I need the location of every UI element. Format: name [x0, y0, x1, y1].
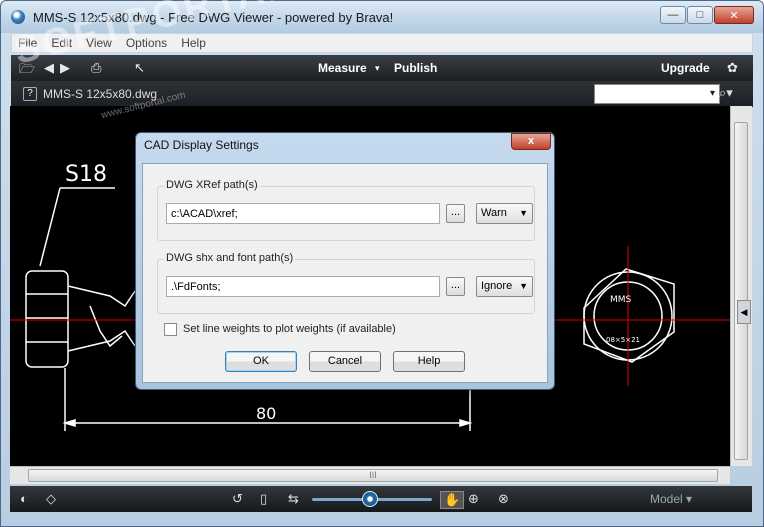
- zoom-window-icon[interactable]: ⊕: [468, 491, 479, 507]
- panel-toggle-icon[interactable]: ◀: [737, 300, 751, 324]
- model-select-label: Model: [650, 492, 683, 506]
- nut-marking-bottom: 08×5×21: [606, 336, 640, 344]
- title-bar: MMS-S 12x5x80.dwg - Free DWG Viewer - po…: [1, 1, 763, 33]
- line-weights-checkbox[interactable]: [164, 323, 177, 336]
- chevron-down-icon: ▼: [519, 281, 528, 291]
- chevron-down-icon[interactable]: ▾: [710, 88, 715, 99]
- search-icon[interactable]: ⌕▾: [719, 85, 733, 101]
- horizontal-scrollbar[interactable]: III: [10, 466, 730, 484]
- model-layout-select[interactable]: Model ▾: [650, 492, 692, 506]
- document-strip: ? MMS-S 12x5x80.dwg ▾ ⌕▾: [11, 81, 753, 107]
- help-button[interactable]: Help: [393, 351, 465, 372]
- vertical-scroll-thumb[interactable]: [734, 122, 748, 460]
- line-weights-label[interactable]: Set line weights to plot weights (if ava…: [183, 323, 396, 335]
- shx-group-label: DWG shx and font path(s): [164, 252, 296, 264]
- shx-path-group: DWG shx and font path(s) ... Ignore ▼: [157, 252, 535, 314]
- zoom-slider-handle[interactable]: [362, 491, 378, 507]
- pan-hand-icon[interactable]: ✋: [440, 491, 465, 509]
- menu-view[interactable]: View: [86, 36, 112, 50]
- app-logo-icon: [11, 10, 25, 24]
- xref-mode-value: Warn: [481, 207, 507, 219]
- xref-browse-button[interactable]: ...: [446, 204, 465, 223]
- upgrade-button[interactable]: Upgrade: [661, 61, 710, 75]
- vertical-scrollbar[interactable]: [730, 106, 752, 466]
- xref-path-input[interactable]: [166, 203, 440, 224]
- shx-mode-value: Ignore: [481, 280, 513, 292]
- shx-path-input[interactable]: [166, 276, 440, 297]
- main-toolbar: 🗁 ◀ ▶ ⎙ ↖ Measure ▾ Publish Upgrade ✿: [11, 55, 753, 81]
- brava-logo-icon[interactable]: ✿: [727, 60, 738, 76]
- measure-menu[interactable]: Measure: [318, 61, 367, 75]
- dialog-title: CAD Display Settings: [144, 138, 259, 152]
- menu-options[interactable]: Options: [126, 36, 167, 50]
- menu-edit[interactable]: Edit: [51, 36, 72, 50]
- document-tab-label: MMS-S 12x5x80.dwg: [43, 87, 158, 101]
- chevron-down-icon[interactable]: ▾: [375, 63, 380, 74]
- zoom-extents-icon[interactable]: ⊗: [498, 491, 509, 507]
- forward-arrow-icon[interactable]: ▶: [60, 60, 70, 76]
- menu-help[interactable]: Help: [181, 36, 206, 50]
- dialog-body: DWG XRef path(s) ... Warn ▼ DWG shx and …: [142, 163, 548, 383]
- cancel-button[interactable]: Cancel: [309, 351, 381, 372]
- rotate-icon[interactable]: ↺: [232, 491, 243, 507]
- dialog-close-button[interactable]: x: [511, 133, 551, 150]
- minimize-button[interactable]: —: [660, 6, 686, 24]
- select-cursor-icon[interactable]: ↖: [134, 60, 145, 76]
- shx-browse-button[interactable]: ...: [446, 277, 465, 296]
- open-folder-icon[interactable]: 🗁: [19, 60, 35, 82]
- chevron-down-icon: ▼: [519, 208, 528, 218]
- bottom-toolbar: ◐ ◇ ↺ ▯ ⇆ ✋ ⊕ ⊗ Model ▾: [10, 486, 752, 512]
- label-s18: S18: [65, 162, 107, 187]
- cad-display-settings-dialog: CAD Display Settings x DWG XRef path(s) …: [135, 132, 555, 390]
- shx-mode-select[interactable]: Ignore ▼: [476, 276, 533, 297]
- help-icon[interactable]: ?: [23, 87, 37, 101]
- menu-bar: File Edit View Options Help: [11, 33, 753, 53]
- ok-button[interactable]: OK: [225, 351, 297, 372]
- search-input[interactable]: ▾: [594, 84, 720, 104]
- layers-icon[interactable]: ◇: [46, 491, 56, 507]
- xref-group-label: DWG XRef path(s): [164, 179, 260, 191]
- xref-path-group: DWG XRef path(s) ... Warn ▼: [157, 179, 535, 241]
- xref-mode-select[interactable]: Warn ▼: [476, 203, 533, 224]
- print-icon[interactable]: ⎙: [91, 60, 101, 76]
- fit-page-icon[interactable]: ⇆: [288, 491, 299, 507]
- chevron-down-icon: ▾: [686, 492, 693, 506]
- horizontal-scroll-thumb[interactable]: III: [28, 469, 718, 482]
- label-dimension-80: 80: [256, 404, 276, 423]
- menu-file[interactable]: File: [18, 36, 37, 50]
- publish-menu[interactable]: Publish: [394, 61, 437, 75]
- page-icon[interactable]: ▯: [260, 491, 267, 507]
- window-title: MMS-S 12x5x80.dwg - Free DWG Viewer - po…: [33, 10, 394, 25]
- close-button[interactable]: ✕: [714, 6, 754, 24]
- maximize-button[interactable]: □: [687, 6, 713, 24]
- nut-marking-top: MMS: [610, 295, 632, 305]
- back-arrow-icon[interactable]: ◀: [44, 60, 54, 76]
- contrast-icon[interactable]: ◐: [20, 491, 28, 506]
